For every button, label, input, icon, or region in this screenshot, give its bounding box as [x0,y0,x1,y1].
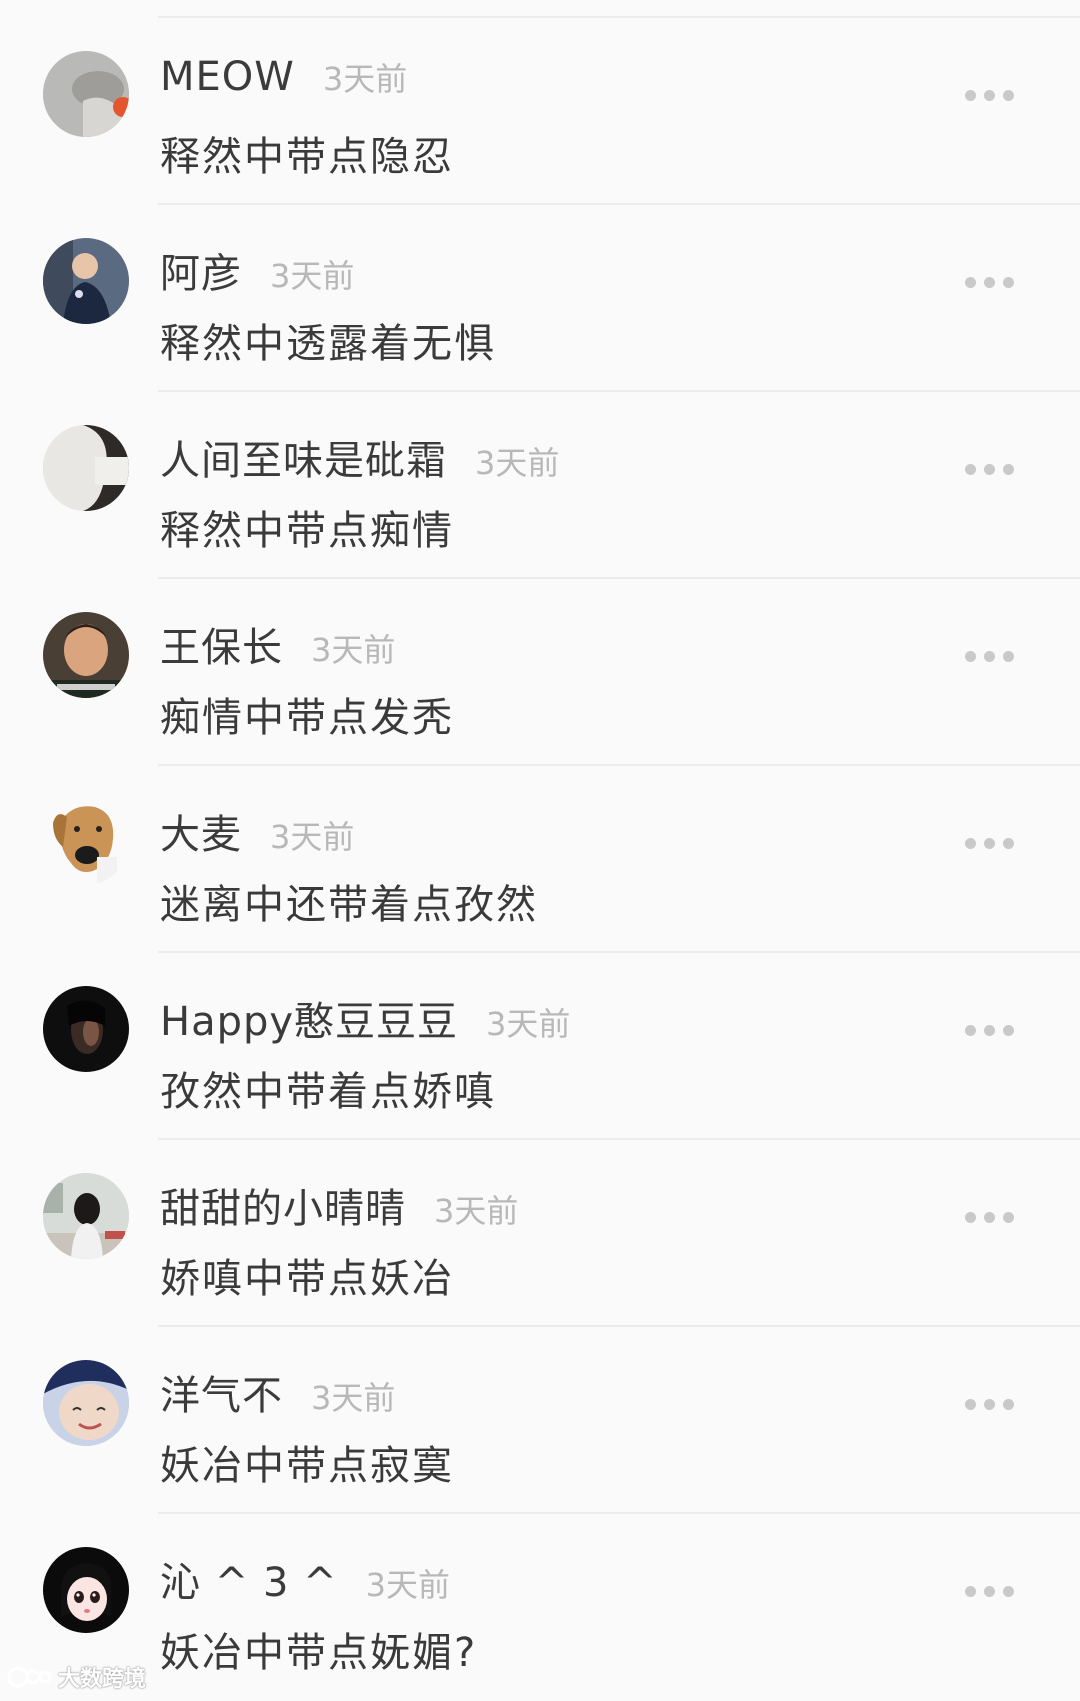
watermark-logo-icon [7,1666,52,1688]
more-options-icon[interactable] [965,80,1045,110]
comment-text: 妖冶中带点妩媚? [160,1630,478,1676]
avatar[interactable] [43,1173,129,1259]
timestamp: 3天前 [365,1566,450,1604]
username[interactable]: Happy憨豆豆豆 [160,989,458,1047]
watermark-text: 大数跨境 [58,1667,147,1692]
comment-text: 痴情中带点发秃 [160,695,454,741]
more-options-icon[interactable] [965,454,1045,484]
more-options-icon[interactable] [965,1015,1045,1045]
timestamp: 3天前 [322,60,408,98]
comment-text: 释然中带点痴情 [160,508,454,554]
timestamp: 3天前 [311,1379,396,1417]
username[interactable]: 甜甜的小晴晴 [160,1176,406,1234]
timestamp: 3天前 [270,257,355,295]
avatar[interactable] [43,986,129,1072]
more-options-icon[interactable] [965,641,1045,671]
username[interactable]: 王保长 [160,615,283,673]
avatar[interactable] [43,799,129,885]
comment-item: 沁 ^ 3 ^ 3天前 妖冶中带点妩媚? [0,1514,1080,1701]
comment-text: 迷离中还带着点孜然 [160,882,538,928]
comment-item: 阿彦 3天前 释然中透露着无惧 [0,205,1080,392]
avatar[interactable] [43,612,129,698]
comment-item: 大麦 3天前 迷离中还带着点孜然 [0,766,1080,953]
comment-text: 娇嗔中带点妖冶 [160,1256,454,1302]
timestamp: 3天前 [270,818,355,856]
comment-item: 甜甜的小晴晴 3天前 娇嗔中带点妖冶 [0,1140,1080,1327]
comment-text: 孜然中带着点娇嗔 [160,1069,496,1115]
username[interactable]: 人间至味是砒霜 [160,428,447,486]
username[interactable]: MEOW [160,54,295,100]
avatar[interactable] [43,1360,129,1446]
username[interactable]: 洋气不 [160,1363,283,1421]
more-options-icon[interactable] [965,1202,1045,1232]
avatar[interactable] [43,51,129,137]
timestamp: 3天前 [311,631,396,669]
comment-text: 释然中透露着无惧 [160,321,496,367]
username[interactable]: 沁 ^ 3 ^ [160,1550,338,1608]
more-options-icon[interactable] [965,828,1045,858]
comment-item: 王保长 3天前 痴情中带点发秃 [0,579,1080,766]
timestamp: 3天前 [486,1005,571,1043]
comment-list: MEOW 3天前 释然中带点隐忍 阿彦 3天前 释然中透露着无惧 人间至味是砒霜… [0,0,1080,1700]
timestamp: 3天前 [434,1192,519,1230]
username[interactable]: 大麦 [160,802,242,860]
comment-text: 妖冶中带点寂寞 [160,1443,454,1489]
avatar[interactable] [43,238,129,324]
more-options-icon[interactable] [965,1576,1045,1606]
comment-item: 洋气不 3天前 妖冶中带点寂寞 [0,1327,1080,1514]
avatar[interactable] [43,1547,129,1633]
timestamp: 3天前 [475,444,560,482]
more-options-icon[interactable] [965,1389,1045,1419]
comment-item: 人间至味是砒霜 3天前 释然中带点痴情 [0,392,1080,579]
watermark: 大数跨境 [6,1660,146,1694]
username[interactable]: 阿彦 [160,241,242,299]
avatar[interactable] [43,425,129,511]
comment-item: MEOW 3天前 释然中带点隐忍 [0,18,1080,205]
comment-text: 释然中带点隐忍 [160,134,454,180]
more-options-icon[interactable] [965,267,1045,297]
comment-item: Happy憨豆豆豆 3天前 孜然中带着点娇嗔 [0,953,1080,1140]
